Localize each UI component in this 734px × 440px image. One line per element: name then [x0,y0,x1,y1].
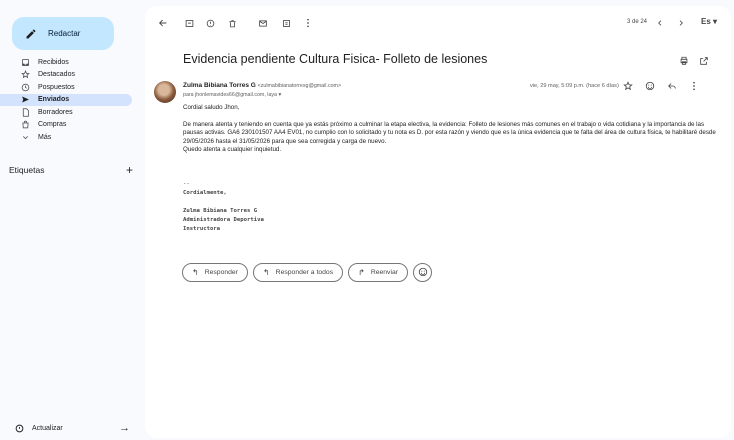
reply-all-label: Responder a todos [275,269,334,276]
sidebar-item-more[interactable]: Más [0,131,132,144]
pager-count: 3 de 24 [627,19,648,25]
emoji-reaction-button[interactable] [413,263,433,282]
signature-role: Administradora Deportiva [183,217,264,223]
back-arrow-icon[interactable] [157,17,169,29]
emoji-icon [418,267,428,279]
sidebar-item-label: Enviados [38,96,70,104]
refresh-button[interactable]: Actualizar → [14,421,130,435]
signature-title: Instructora [183,226,221,232]
print-icon[interactable] [679,53,689,71]
sidebar-item-label: Compras [38,121,67,129]
toolbar: 3 de 24 Es ▾ [145,6,731,38]
reply-actions: ↰ Responder ↰ Responder a todos ↱ Reenvi… [182,263,433,282]
reply-all-button[interactable]: ↰ Responder a todos [252,263,344,282]
sidebar-item-snoozed[interactable]: Pospuestos [0,81,132,94]
email-closing-line: Quedo atenta a cualquier inquietud. [183,146,282,154]
forward-button[interactable]: ↱ Reenviar [348,263,409,282]
signature-separator: -- [183,181,190,187]
star-icon[interactable] [622,80,634,92]
recipients: para jhonlemavides66@gmail.com, laya [183,92,277,98]
avatar[interactable] [154,81,176,103]
snooze-icon[interactable] [280,17,292,29]
pencil-icon [24,27,38,41]
trash-icon[interactable] [226,17,238,29]
chevron-right-icon[interactable] [675,17,687,29]
inbox-icon [20,57,30,67]
input-tools-button[interactable]: Es ▾ [701,17,717,26]
sidebar-item-inbox[interactable]: Recibidos [0,56,132,69]
email-greeting: Cordial saludo Jhon, [183,104,240,111]
clock-icon [20,82,30,92]
signature-cordially: Cordialmente, [183,190,227,196]
compose-label: Redactar [48,29,81,38]
reply-button[interactable]: ↰ Responder [182,263,248,282]
sidebar-item-purchases[interactable]: Compras [0,119,132,132]
forward-icon: ↱ [358,268,365,277]
reply-label: Responder [204,269,238,276]
reply-icon[interactable] [666,80,678,92]
sender-line: Zulma Bibiana Torres G <zulmabibianatorr… [183,82,341,89]
sidebar-item-drafts[interactable]: Borradores [0,106,132,119]
arrow-right-icon[interactable]: → [119,422,130,434]
refresh-icon [14,423,24,433]
email-view: 3 de 24 Es ▾ Evidencia pendiente Cultura… [145,6,731,438]
report-spam-icon[interactable] [204,17,216,29]
email-signature: -- Cordialmente, Zulma Bibiana Torres G … [183,180,264,234]
open-new-window-icon[interactable] [699,53,709,71]
sidebar-item-label: Pospuestos [38,83,75,91]
sidebar-item-label: Borradores [38,108,73,116]
sidebar-item-sent[interactable]: Enviados [0,93,132,106]
email-body: Cordial saludo Jhon, De manera atenta y … [183,104,723,155]
sidebar-item-label: Recibidos [38,58,69,66]
subject-actions [679,53,709,71]
sidebar-nav: Recibidos Destacados Pospuestos Enviados… [0,56,140,144]
emoji-icon[interactable] [644,80,656,92]
sidebar: Redactar Recibidos Destacados Pospuestos… [0,0,140,440]
refresh-label: Actualizar [32,424,63,432]
shopping-bag-icon [20,120,30,130]
draft-icon [20,107,30,117]
labels-header: Etiquetas + [9,163,133,177]
sender-email: <zulmabibianatorresg@gmail.com> [257,83,342,89]
chevron-down-icon [20,132,30,142]
mark-unread-icon[interactable] [257,17,269,29]
more-vert-icon[interactable] [688,80,700,92]
sender-name[interactable]: Zulma Bibiana Torres G [183,82,256,89]
email-subject: Evidencia pendiente Cultura Fisica- Foll… [183,52,488,66]
recipients-line[interactable]: para jhonlemavides66@gmail.com, laya ▾ [183,92,281,98]
email-paragraph: De manera atenta y teniendo en cuenta qu… [183,120,716,145]
reply-icon: ↰ [192,268,199,277]
sidebar-item-starred[interactable]: Destacados [0,69,132,82]
star-icon [20,70,30,80]
reply-all-icon: ↰ [262,268,270,277]
sidebar-item-label: Destacados [38,71,75,79]
input-tools-label: Es [701,17,711,26]
message-actions [622,80,700,92]
email-date: vie, 29 may, 5:09 p.m. (hace 6 días) [530,83,619,89]
more-vert-icon[interactable] [302,17,314,29]
chevron-left-icon[interactable] [654,17,666,29]
sidebar-item-label: Más [38,133,52,141]
send-icon [20,95,30,105]
add-label-button[interactable]: + [126,163,133,177]
archive-icon[interactable] [183,17,195,29]
forward-label: Reenviar [370,269,399,276]
signature-name: Zulma Bibiana Torres G [183,208,258,214]
recipients-dropdown-icon[interactable]: ▾ [278,92,281,98]
compose-button[interactable]: Redactar [12,17,114,50]
labels-title: Etiquetas [9,165,45,175]
